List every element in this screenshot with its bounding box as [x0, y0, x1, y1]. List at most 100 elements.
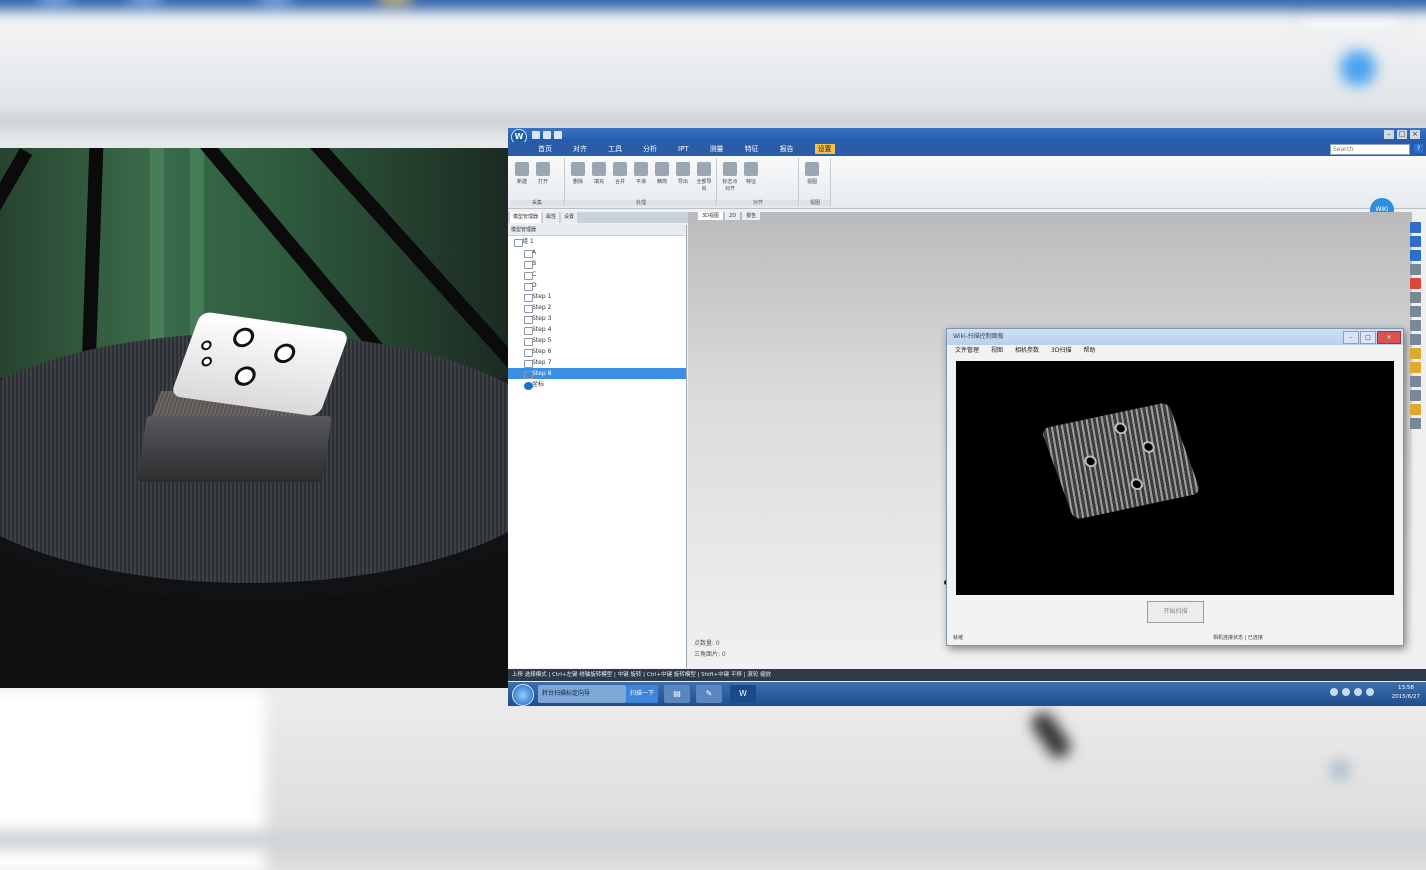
start-scan-button[interactable]: 开始扫描 — [1147, 601, 1204, 623]
ribbon-button-icon — [744, 162, 758, 176]
dialog-menu-item[interactable]: 3D扫描 — [1051, 345, 1071, 356]
tree-node[interactable]: Step 4 — [508, 324, 686, 335]
tree-node[interactable]: C — [508, 269, 686, 280]
ribbon-tab[interactable]: 设置 — [814, 144, 835, 154]
ribbon-tab[interactable]: 对齐 — [573, 144, 587, 154]
toolbar-icon[interactable] — [1410, 334, 1421, 345]
help-icon[interactable]: ? — [1414, 144, 1423, 153]
toolbar-icon[interactable] — [1410, 390, 1421, 401]
ribbon-group-label: 处理 — [566, 200, 716, 206]
start-button[interactable] — [512, 684, 534, 706]
toolbar-icon[interactable] — [1410, 404, 1421, 415]
ribbon-button[interactable]: 合并 — [612, 162, 628, 185]
toolbar-icon[interactable] — [1410, 418, 1421, 429]
ribbon-button[interactable]: 删除 — [570, 162, 586, 185]
tree-node[interactable]: Step 6 — [508, 346, 686, 357]
tree-node-label: Step 7 — [532, 359, 552, 366]
ribbon-button[interactable]: 视图 — [804, 162, 820, 185]
ribbon-button[interactable]: 平滑 — [633, 162, 649, 185]
folder-icon[interactable]: ▤ — [664, 685, 690, 703]
ribbon-button-icon — [634, 162, 648, 176]
ribbon-tab[interactable]: 报告 — [780, 144, 794, 154]
dialog-window-controls: – □ × — [1343, 331, 1401, 344]
panel-tab[interactable]: 属性 — [543, 212, 560, 223]
dialog-close-icon[interactable]: × — [1377, 331, 1401, 344]
maximize-icon[interactable]: □ — [1397, 130, 1407, 139]
toolbar-icon[interactable] — [1410, 292, 1421, 303]
toolbar-icon[interactable] — [1410, 306, 1421, 317]
ribbon-button[interactable]: 新建 — [514, 162, 530, 185]
ribbon-tab[interactable]: 特征 — [745, 144, 759, 154]
panel-tab[interactable]: 模型管理器 — [510, 212, 542, 223]
dialog-menu-item[interactable]: 文件管理 — [955, 345, 979, 356]
tree-node[interactable]: B — [508, 258, 686, 269]
clock[interactable]: 13:58 2015/6/27 — [1392, 684, 1420, 702]
dialog-maximize-icon[interactable]: □ — [1360, 331, 1376, 344]
triangle-count-label: 三角面片: 0 — [694, 651, 726, 658]
ribbon-button[interactable]: 精简 — [654, 162, 670, 185]
marker-dot — [200, 356, 214, 368]
ribbon-button[interactable]: 全部导出 — [696, 162, 712, 192]
ribbon-button[interactable]: 打开 — [535, 162, 551, 185]
scan-control-dialog: Wiki-扫描控制面板 – □ × 文件管理 视图 相机参数 3D扫描 帮助 开始扫描 … — [946, 328, 1404, 646]
dialog-menu-item[interactable]: 相机参数 — [1015, 345, 1039, 356]
ribbon-tab[interactable]: IPT — [678, 145, 689, 153]
viewport-tab[interactable]: 2D — [725, 212, 741, 220]
tree-node[interactable]: Step 8 — [508, 368, 686, 379]
save-icon[interactable] — [532, 131, 540, 139]
ribbon-button-label: 平滑 — [635, 179, 646, 185]
tree-node[interactable]: 组 1 — [508, 236, 686, 247]
dialog-title: Wiki-扫描控制面板 — [953, 333, 1004, 340]
toolbar-icon[interactable] — [1410, 222, 1421, 233]
minimize-icon[interactable]: – — [1384, 130, 1394, 139]
ribbon-tab[interactable]: 工具 — [608, 144, 622, 154]
tree-node[interactable]: Step 2 — [508, 302, 686, 313]
tree-node[interactable]: Step 3 — [508, 313, 686, 324]
toolbar-icon[interactable] — [1410, 320, 1421, 331]
scan-step-icon — [524, 283, 533, 291]
dialog-minimize-icon[interactable]: – — [1343, 331, 1359, 344]
ribbon-tab[interactable]: 分析 — [643, 144, 657, 154]
toolbar-icon[interactable] — [1410, 348, 1421, 359]
network-icon[interactable] — [1366, 688, 1374, 696]
toolbar-icon[interactable] — [1410, 376, 1421, 387]
tree-node[interactable]: Step 1 — [508, 291, 686, 302]
tool-icon[interactable]: ✎ — [696, 685, 722, 703]
toolbar-icon[interactable] — [1410, 250, 1421, 261]
taskbar-item-scan[interactable]: 扫描一下 — [626, 685, 659, 703]
ribbon-tab[interactable]: 首页 — [538, 144, 552, 154]
close-icon[interactable]: × — [1410, 130, 1420, 139]
tray-icon[interactable] — [1342, 688, 1350, 696]
ribbon-button[interactable]: 特征 — [743, 162, 759, 185]
viewport-tab[interactable]: 报告 — [742, 212, 761, 220]
viewport-tab[interactable]: 3D视图 — [698, 212, 724, 220]
ribbon-button[interactable]: 填充 — [591, 162, 607, 185]
volume-icon[interactable] — [1354, 688, 1362, 696]
toolbar-icon[interactable] — [1410, 264, 1421, 275]
panel-tab[interactable]: 设置 — [561, 212, 578, 223]
tree-header: 模型管理器 — [508, 225, 686, 236]
ribbon-button-label: 全部导出 — [696, 179, 712, 192]
3d-viewport[interactable]: 3D视图2D报告 点数量: 0 三角面片: 0 x Wiki-扫描控制面板 – … — [688, 212, 1412, 668]
redo-icon[interactable] — [554, 131, 562, 139]
bg-tab — [260, 0, 290, 2]
tree-node[interactable]: Step 5 — [508, 335, 686, 346]
tree-node[interactable]: A — [508, 247, 686, 258]
ribbon-button[interactable]: 标志点对齐 — [722, 162, 738, 192]
tree-node[interactable]: 坐标 — [508, 379, 686, 390]
search-input[interactable]: Search — [1330, 144, 1410, 155]
dialog-menu-item[interactable]: 帮助 — [1084, 345, 1096, 356]
taskbar-item-wizard[interactable]: 转台扫描标定向导 — [538, 685, 626, 703]
toolbar-icon[interactable] — [1410, 236, 1421, 247]
tree-node[interactable]: D — [508, 280, 686, 291]
tree-node[interactable]: Step 7 — [508, 357, 686, 368]
ribbon-button[interactable]: 导出 — [675, 162, 691, 185]
undo-icon[interactable] — [543, 131, 551, 139]
dialog-menu-item[interactable]: 视图 — [991, 345, 1003, 356]
ribbon-tab[interactable]: 测量 — [710, 144, 724, 154]
tree-node-label: Step 5 — [532, 337, 552, 344]
tray-icon[interactable] — [1330, 688, 1338, 696]
app-taskbar-icon[interactable]: W — [730, 685, 756, 703]
toolbar-icon[interactable] — [1410, 362, 1421, 373]
toolbar-icon[interactable] — [1410, 278, 1421, 289]
